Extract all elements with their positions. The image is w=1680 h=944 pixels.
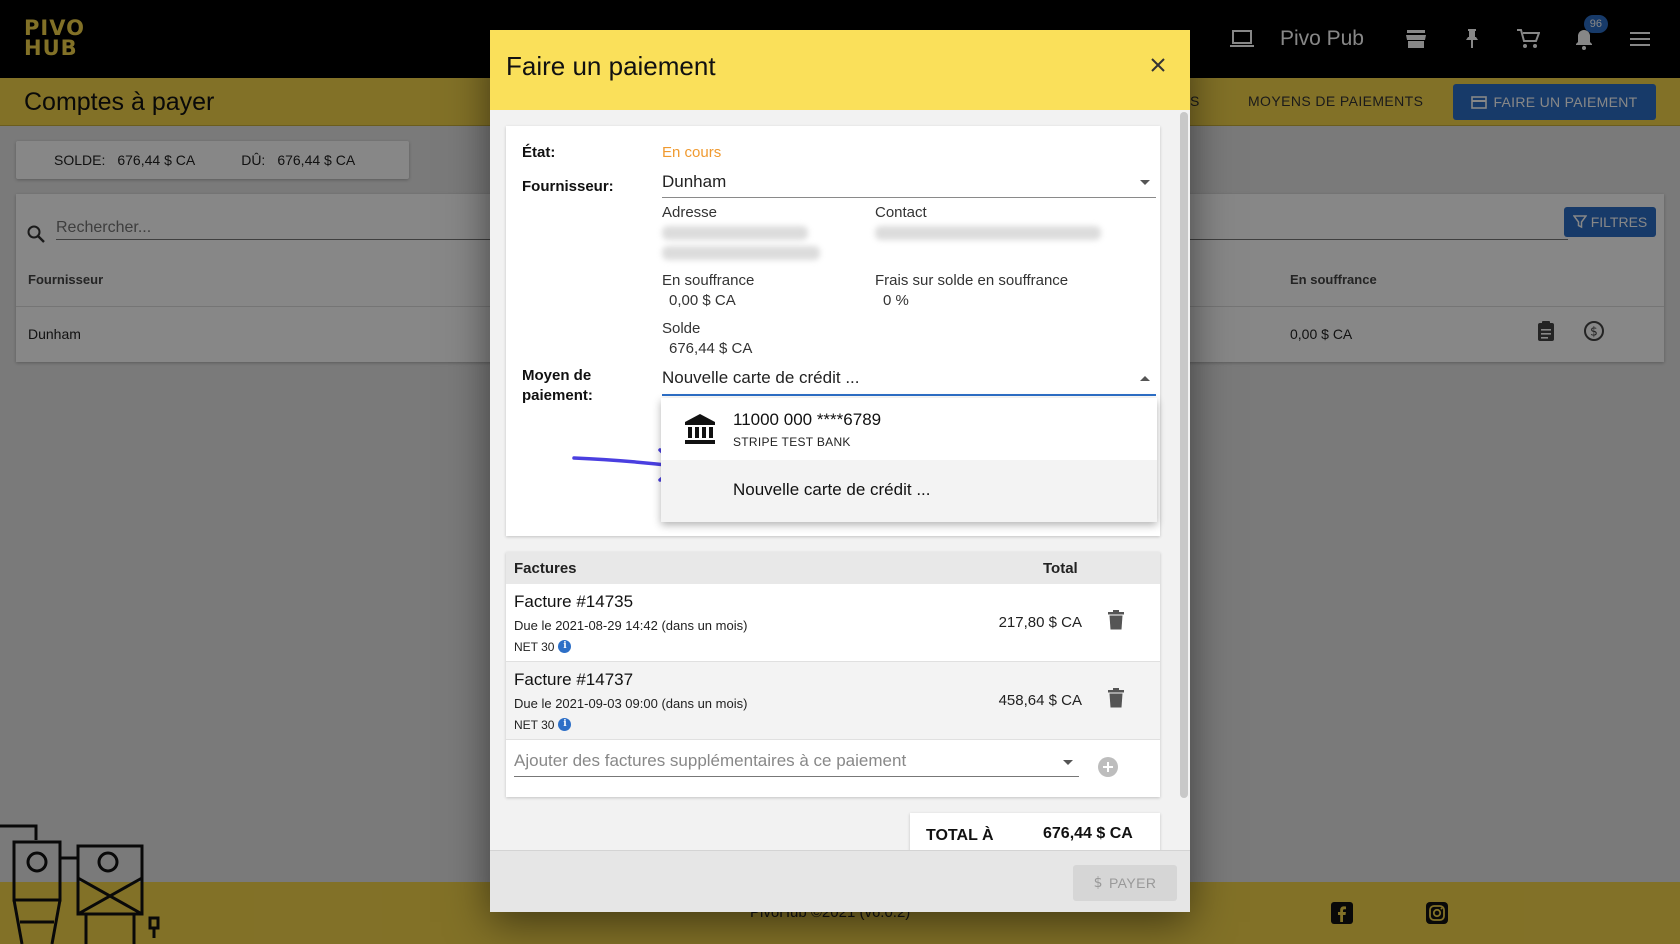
invoices-total-header: Total [1043, 560, 1078, 577]
delete-icon[interactable] [1108, 610, 1124, 630]
info-icon[interactable]: i [558, 718, 572, 731]
close-icon[interactable] [1144, 51, 1172, 79]
invoices-header: Factures Total [506, 552, 1160, 584]
dollar-icon: $ [1093, 875, 1103, 891]
payment-option-bank[interactable]: 11000 000 ****6789 STRIPE TEST BANK [661, 398, 1157, 460]
redacted-contact-email [875, 226, 1101, 240]
invoice-terms: NET 30 i [514, 718, 572, 732]
make-payment-dialog: Faire un paiement État: En cours Fournis… [490, 30, 1190, 912]
delete-icon[interactable] [1108, 688, 1124, 708]
add-invoices-select[interactable]: Ajouter des factures supplémentaires à c… [514, 747, 1079, 777]
dialog-footer: $ PAYER [490, 850, 1190, 912]
payment-option-new-credit-card[interactable]: Nouvelle carte de crédit ... [661, 460, 1157, 522]
invoice-amount: 458,64 $ CA [998, 692, 1082, 709]
invoice-amount: 217,80 $ CA [998, 614, 1082, 631]
dialog-scrollbar-thumb[interactable] [1180, 112, 1188, 798]
payment-details-card: État: En cours Fournisseur: Dunham Adres… [506, 126, 1160, 536]
overdue-fee-value: 0 % [883, 292, 909, 309]
invoices-header-label: Factures [514, 560, 577, 577]
chevron-up-icon [1140, 376, 1150, 381]
supplier-select[interactable]: Dunham [662, 170, 1156, 198]
state-value: En cours [662, 144, 722, 161]
total-value: 676,44 $ CA [1043, 825, 1133, 842]
payment-method-label: Moyen de paiement: [522, 367, 593, 404]
invoice-title[interactable]: Facture #14735 [514, 592, 633, 612]
invoices-card: Factures Total Facture #14735 Due le 202… [506, 552, 1160, 797]
payment-method-options: 11000 000 ****6789 STRIPE TEST BANK Nouv… [661, 398, 1157, 522]
contact-label: Contact [875, 204, 927, 221]
balance-value: 676,44 $ CA [669, 340, 753, 357]
invoice-due-date: Due le 2021-09-03 09:00 (dans un mois) [514, 696, 748, 711]
overdue-value: 0,00 $ CA [669, 292, 736, 309]
add-circle-icon[interactable] [1098, 757, 1118, 777]
invoice-row: Facture #14735 Due le 2021-08-29 14:42 (… [506, 584, 1160, 662]
pay-button[interactable]: $ PAYER [1073, 865, 1177, 901]
overdue-fee-label: Frais sur solde en souffrance [875, 272, 1069, 289]
invoice-row: Facture #14737 Due le 2021-09-03 09:00 (… [506, 662, 1160, 740]
invoice-title[interactable]: Facture #14737 [514, 670, 633, 690]
chevron-down-icon [1063, 760, 1073, 765]
info-icon[interactable]: i [558, 640, 572, 653]
address-label: Adresse [662, 204, 718, 221]
invoice-terms: NET 30 i [514, 640, 572, 654]
state-label: État: [522, 144, 556, 161]
supplier-label: Fournisseur: [522, 178, 614, 195]
redacted-address-line [662, 246, 820, 260]
redacted-address-line [662, 226, 808, 240]
bank-icon [685, 414, 715, 444]
overdue-label: En souffrance [662, 272, 755, 289]
balance-label: Solde [662, 320, 701, 337]
dialog-title: Faire un paiement [506, 51, 716, 81]
chevron-down-icon [1140, 180, 1150, 185]
dialog-header: Faire un paiement [490, 30, 1190, 110]
payment-method-select[interactable]: Nouvelle carte de crédit ... [662, 366, 1156, 396]
invoice-due-date: Due le 2021-08-29 14:42 (dans un mois) [514, 618, 748, 633]
